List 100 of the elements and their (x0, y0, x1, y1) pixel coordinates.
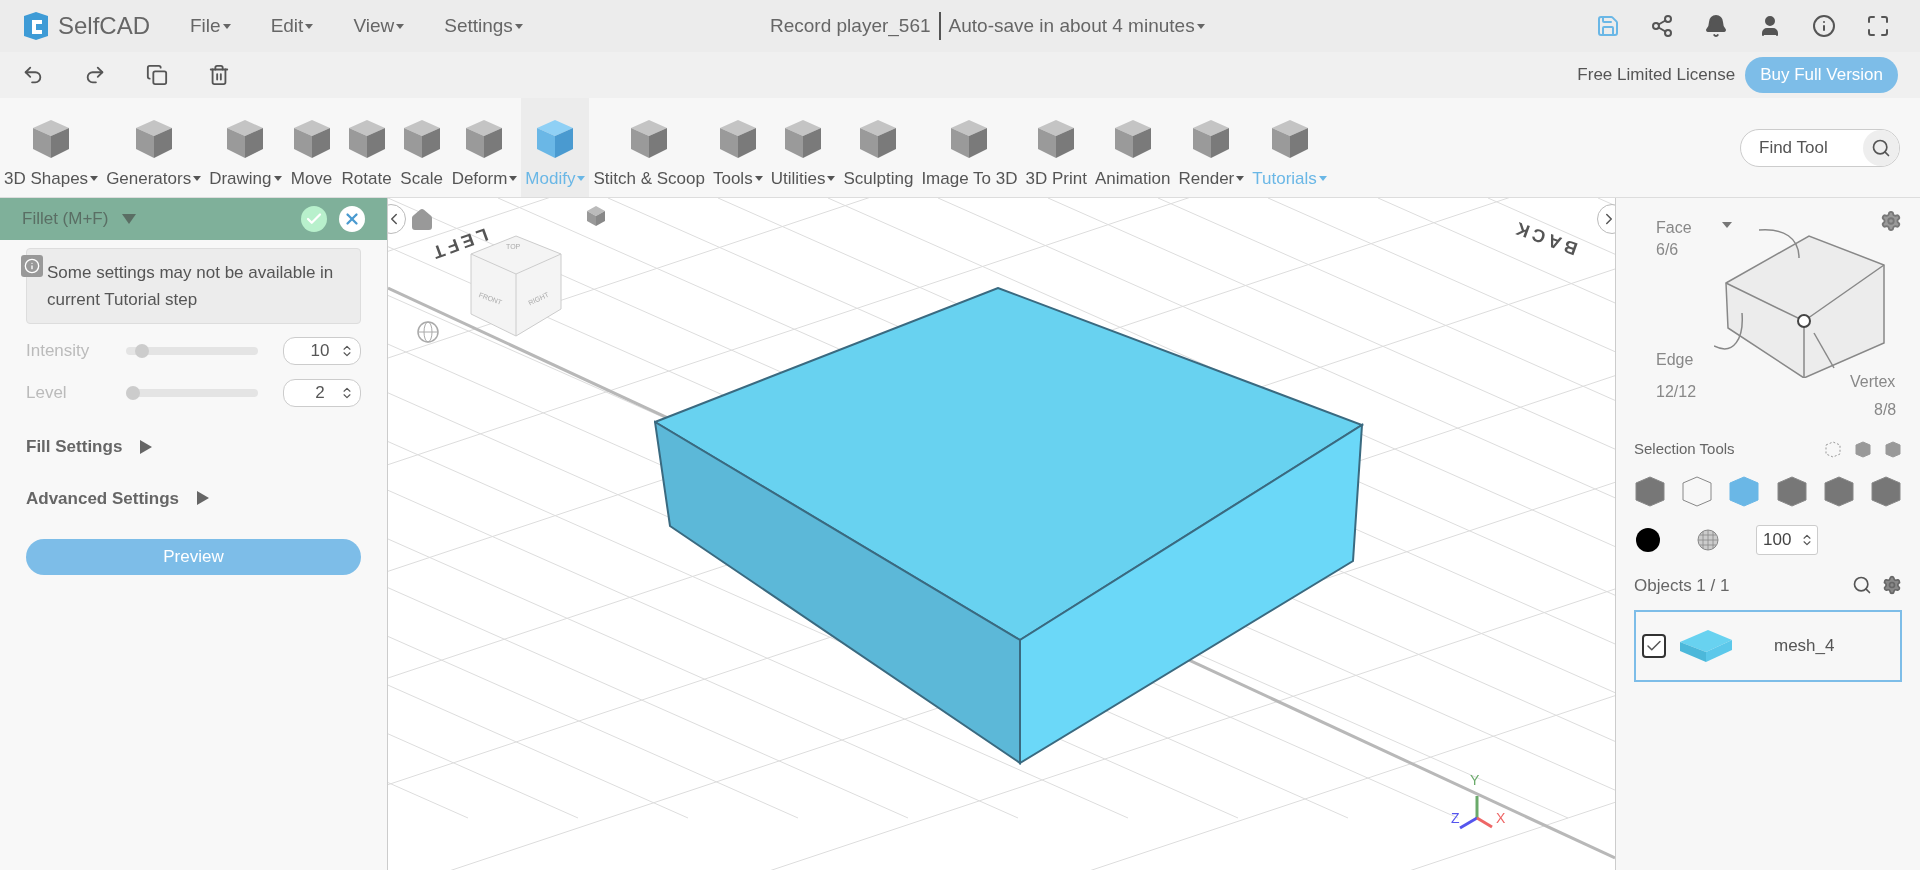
tool-button[interactable]: Animation (1090, 98, 1175, 197)
tool-label: 3D Shapes (4, 165, 99, 191)
tool-button[interactable]: Deform (447, 98, 522, 197)
menu-item[interactable]: Edit (270, 11, 314, 41)
info-icon (21, 255, 43, 277)
tool-button[interactable]: Move (285, 98, 338, 197)
tool-label: Modify (525, 165, 586, 191)
tool-label: Rotate (341, 167, 392, 190)
caret-icon (827, 175, 836, 181)
edge-count: 12/12 (1656, 382, 1697, 402)
caret-icon (222, 23, 231, 29)
copy-icon[interactable] (146, 64, 168, 86)
caret-icon (305, 23, 314, 29)
perspective-cube-icon[interactable] (584, 204, 608, 228)
caret-icon (193, 175, 202, 181)
menu-item[interactable]: Settings (444, 11, 523, 41)
tool-label: Tutorials (1252, 165, 1327, 191)
face-label: Face (1656, 218, 1692, 238)
slider-thumb[interactable] (135, 344, 150, 358)
redo-icon[interactable] (84, 64, 106, 86)
tool-button[interactable]: 3D Print (1021, 98, 1091, 197)
caret-icon (1236, 175, 1245, 181)
license-text: Free Limited License (1577, 64, 1736, 87)
notice-text: Some settings may not be available in current Tutorial step (47, 262, 335, 311)
tool-label: Generators (106, 165, 202, 191)
caret-icon (754, 175, 763, 181)
edge-label: Edge (1656, 350, 1694, 370)
tool-label: Tools (712, 165, 763, 191)
settings-icon[interactable] (1882, 575, 1902, 596)
axis-label: X (1496, 809, 1506, 828)
fullscreen-icon[interactable] (1866, 14, 1890, 38)
search-icon[interactable] (1852, 575, 1872, 596)
triangle-icon (197, 491, 210, 506)
vertex-count: 8/8 (1874, 400, 1897, 420)
document-title: Record player_561 (770, 11, 941, 41)
tool-button[interactable]: Sculpting (839, 98, 918, 197)
slider-thumb[interactable] (126, 386, 140, 400)
caret-icon (577, 175, 586, 181)
globe-icon[interactable] (416, 320, 440, 344)
tool-label: Sculpting (843, 167, 914, 190)
close-button[interactable] (339, 206, 365, 232)
caret-icon (273, 175, 282, 181)
caret-icon (396, 23, 405, 29)
objects-header: Objects 1 / 1 (1634, 574, 1730, 597)
mesh-sphere-icon[interactable] (1696, 527, 1720, 552)
tool-button[interactable]: Utilities (766, 98, 840, 197)
confirm-button[interactable] (301, 206, 327, 232)
tool-label: 3D Print (1025, 167, 1087, 190)
info-icon[interactable] (1812, 14, 1836, 38)
tool-button[interactable]: Stitch & Scoop (589, 98, 709, 197)
slider-label: Intensity (26, 340, 91, 363)
tool-label: Stitch & Scoop (593, 167, 705, 190)
checkbox[interactable] (1642, 634, 1666, 658)
tool-button[interactable]: Rotate (337, 98, 396, 197)
section-toggle[interactable]: Advanced Settings (26, 485, 361, 511)
triangle-icon (140, 439, 153, 454)
caret-icon (90, 175, 99, 181)
tool-label: Drawing (209, 165, 282, 191)
section-toggle[interactable]: Fill Settings (26, 434, 361, 460)
close-icon (343, 210, 361, 228)
tool-button[interactable]: Generators (102, 98, 206, 197)
selection-tools-label: Selection Tools (1634, 439, 1735, 459)
tool-label: Utilities (770, 165, 836, 191)
bell-icon[interactable] (1704, 14, 1728, 38)
caret-icon (122, 214, 137, 224)
app-logo-text: SelfCAD (58, 11, 151, 41)
object-row[interactable]: mesh_4 (1634, 610, 1902, 682)
tool-label: Deform (451, 165, 518, 191)
caret-icon (1196, 23, 1205, 29)
undo-icon[interactable] (22, 64, 44, 86)
tool-label: Animation (1094, 167, 1171, 190)
tool-button[interactable]: Scale (395, 98, 448, 197)
tool-button[interactable]: Drawing (205, 98, 286, 197)
slider-track[interactable] (126, 347, 258, 355)
trash-icon[interactable] (208, 64, 230, 86)
share-icon[interactable] (1650, 14, 1674, 38)
number-field[interactable]: 2 (283, 379, 361, 407)
search-icon (1871, 137, 1891, 158)
settings-icon[interactable] (1880, 210, 1902, 232)
number-field[interactable]: 10 (283, 337, 361, 365)
tool-label: Scale (400, 167, 443, 190)
slider-track[interactable] (126, 389, 258, 397)
slider-label: Level (26, 382, 68, 405)
caret-icon (514, 23, 523, 29)
color-swatch-icon[interactable] (1636, 527, 1660, 552)
autosave-dropdown[interactable]: Auto-save in about 4 minutes (940, 11, 1205, 41)
tool-button[interactable]: Tools (708, 98, 767, 197)
axis-label: Z (1451, 809, 1460, 828)
axis-label: Y (1470, 771, 1480, 790)
menu-item[interactable]: File (190, 11, 231, 41)
face-count: 6/6 (1656, 240, 1679, 260)
opacity-field[interactable]: 100 (1756, 524, 1818, 555)
menu-item[interactable]: View (353, 11, 405, 41)
caret-icon (509, 175, 518, 181)
tool-button[interactable]: Image To 3D (917, 98, 1022, 197)
caret-icon[interactable] (1722, 222, 1732, 228)
tool-button[interactable]: Render (1174, 98, 1249, 197)
home-icon[interactable] (410, 208, 434, 232)
tool-label: Render (1178, 165, 1245, 191)
tool-button[interactable]: 3D Shapes (0, 98, 103, 197)
